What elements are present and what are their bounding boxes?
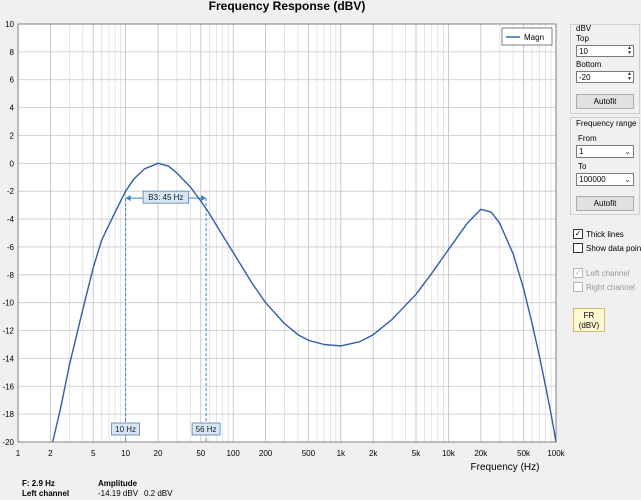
y-tick-label: -18 bbox=[2, 410, 14, 419]
x-tick-label: 5k bbox=[412, 449, 421, 458]
y-tick-label: -8 bbox=[7, 271, 15, 280]
top-spinner[interactable]: ▲ ▼ bbox=[626, 46, 633, 56]
unchecked-box-icon bbox=[573, 243, 583, 253]
svg-text:56 Hz: 56 Hz bbox=[196, 425, 217, 434]
y-tick-label: 8 bbox=[10, 48, 15, 57]
marker-label-56hz[interactable]: 56 Hz bbox=[191, 422, 221, 436]
y-tick-label: -6 bbox=[7, 243, 15, 252]
x-tick-label: 2k bbox=[369, 449, 378, 458]
x-tick-label: 1k bbox=[337, 449, 346, 458]
y-tick-label: -14 bbox=[2, 354, 14, 363]
svg-text:B3: 45 Hz: B3: 45 Hz bbox=[148, 193, 183, 202]
from-select[interactable]: 1 ⌄ bbox=[576, 145, 634, 158]
cursor-frequency: F: 2.9 Hz bbox=[22, 479, 55, 488]
left-channel-checkbox[interactable]: ✓ Left channel bbox=[573, 268, 630, 278]
x-tick-label: 20 bbox=[154, 449, 163, 458]
y-tick-label: -10 bbox=[2, 299, 14, 308]
svg-text:10 Hz: 10 Hz bbox=[115, 425, 136, 434]
frequency-range-label: Frequency range bbox=[576, 119, 637, 128]
to-select[interactable]: 100000 ⌄ bbox=[576, 173, 634, 186]
y-tick-label: -4 bbox=[7, 215, 15, 224]
x-tick-label: 100 bbox=[227, 449, 241, 458]
x-tick-label: 10 bbox=[121, 449, 130, 458]
top-label: Top bbox=[576, 34, 589, 43]
to-label: To bbox=[578, 162, 587, 171]
y-tick-label: -2 bbox=[7, 187, 15, 196]
x-tick-label: 2 bbox=[48, 449, 53, 458]
x-tick-label: 1 bbox=[16, 449, 21, 458]
chart-title: Frequency Response (dBV) bbox=[209, 0, 366, 13]
unchecked-box-icon bbox=[573, 282, 583, 292]
thick-lines-checkbox[interactable]: ✓ Thick lines bbox=[573, 229, 624, 239]
legend[interactable]: Magn bbox=[501, 27, 553, 46]
y-tick-label: 2 bbox=[10, 131, 15, 140]
x-tick-label: 5 bbox=[91, 449, 96, 458]
x-tick-label: 50 bbox=[196, 449, 205, 458]
from-label: From bbox=[578, 134, 597, 143]
x-axis-label: Frequency (Hz) bbox=[471, 462, 540, 473]
cursor-channel: Left channel bbox=[22, 489, 70, 498]
to-value: 100000 bbox=[579, 175, 606, 184]
right-channel-label: Right channel bbox=[586, 282, 635, 292]
frequency-response-chart: 1 2 5 10 20 50 100 200 500 1k 2k 5k 10k 20k 50k 100k108… bbox=[2, 0, 565, 473]
fr-dbv-button[interactable]: FR (dBV) bbox=[573, 308, 605, 332]
dbv-group-label: dBV bbox=[576, 24, 592, 33]
left-channel-label: Left channel bbox=[586, 268, 630, 278]
y-tick-label: -16 bbox=[2, 382, 14, 391]
x-tick-label: 20k bbox=[474, 449, 488, 458]
plot-area bbox=[18, 24, 556, 442]
from-value: 1 bbox=[579, 147, 584, 156]
y-tick-label: -12 bbox=[2, 327, 14, 336]
show-data-points-label: Show data points bbox=[586, 243, 641, 253]
x-tick-label: 50k bbox=[517, 449, 531, 458]
x-tick-label: 200 bbox=[259, 449, 273, 458]
show-data-points-checkbox[interactable]: Show data points bbox=[573, 243, 641, 253]
frequency-range-group: Frequency range From 1 ⌄ To 100000 ⌄ Aut… bbox=[570, 117, 640, 215]
x-tick-label: 500 bbox=[302, 449, 316, 458]
bottom-label: Bottom bbox=[576, 60, 602, 69]
bottom-field[interactable]: -20 ▲ ▼ bbox=[576, 71, 634, 83]
amplitude-delta: 0.2 dBV bbox=[144, 489, 173, 498]
y-tick-label: 4 bbox=[10, 104, 15, 113]
bottom-spinner[interactable]: ▲ ▼ bbox=[626, 72, 633, 82]
amplitude-value: -14.19 dBV bbox=[98, 489, 139, 498]
chevron-down-icon: ⌄ bbox=[624, 147, 631, 156]
legend-label: Magn bbox=[524, 33, 544, 42]
thick-lines-label: Thick lines bbox=[586, 229, 624, 239]
x-tick-label: 10k bbox=[442, 449, 456, 458]
checkmark-icon: ✓ bbox=[573, 229, 583, 239]
top-field[interactable]: 10 ▲ ▼ bbox=[576, 45, 634, 57]
y-tick-label: 0 bbox=[10, 159, 15, 168]
fr-button-line2: (dBV) bbox=[578, 321, 600, 330]
autofit-frequency-button[interactable]: Autofit bbox=[576, 196, 634, 211]
right-channel-checkbox[interactable]: Right channel bbox=[573, 282, 635, 292]
dbv-group: dBV Top 10 ▲ ▼ Bottom -20 ▲ ▼ Autofit bbox=[570, 24, 640, 114]
bottom-value: -20 bbox=[579, 73, 591, 82]
x-tick-label: 100k bbox=[547, 449, 565, 458]
chevron-down-icon: ⌄ bbox=[624, 175, 631, 184]
amplitude-header: Amplitude bbox=[98, 479, 138, 488]
checkmark-icon: ✓ bbox=[573, 268, 583, 278]
y-tick-label: 6 bbox=[10, 76, 15, 85]
autofit-button[interactable]: Autofit bbox=[576, 94, 634, 109]
marker-label-10hz[interactable]: 10 Hz bbox=[111, 422, 140, 436]
bandwidth-label[interactable]: B3: 45 Hz bbox=[142, 190, 190, 204]
fr-button-line1: FR bbox=[583, 311, 595, 320]
y-tick-label: -20 bbox=[2, 438, 14, 447]
top-value: 10 bbox=[579, 47, 588, 56]
y-tick-label: 10 bbox=[5, 20, 14, 29]
